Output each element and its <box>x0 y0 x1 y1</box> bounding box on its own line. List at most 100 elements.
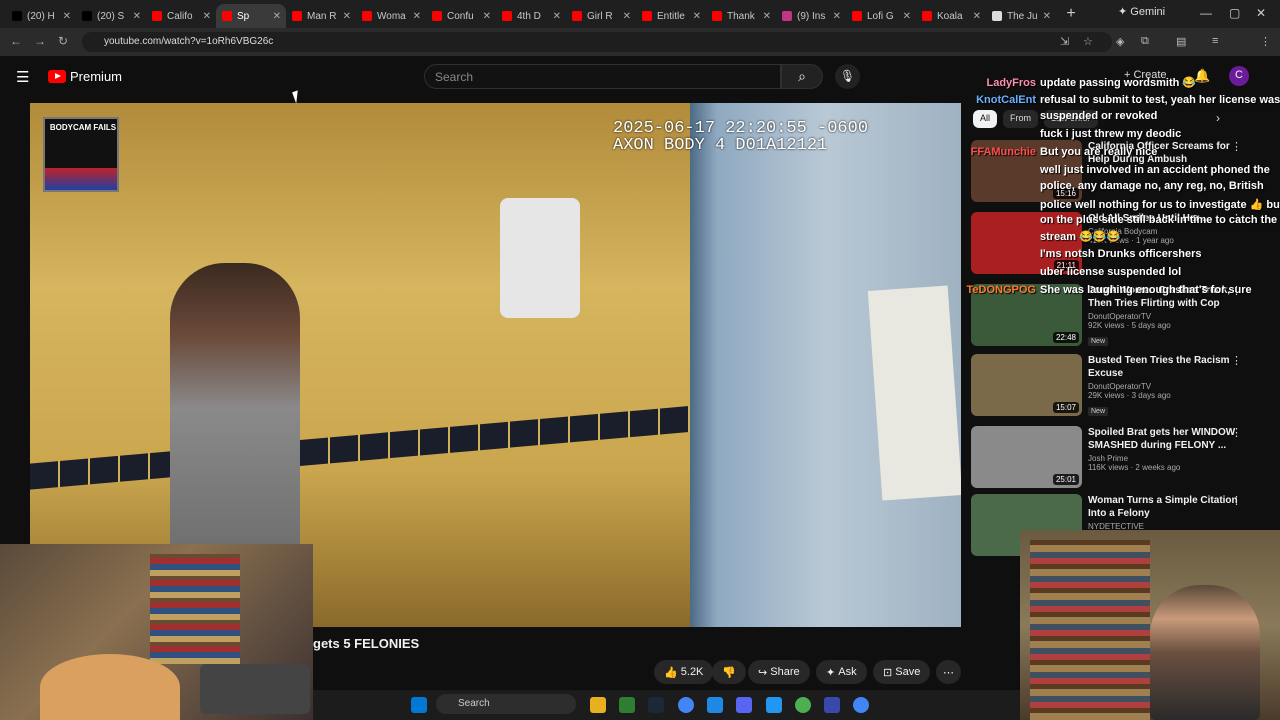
tab-label: Girl R <box>587 10 613 22</box>
app-icon-dock[interactable] <box>766 697 782 713</box>
tab-close-icon[interactable]: ✕ <box>553 11 561 22</box>
video-frame-notice <box>867 285 961 501</box>
share-button[interactable]: ↪ Share <box>748 660 810 684</box>
chrome-icon[interactable] <box>678 697 694 713</box>
gemini-button[interactable]: ✦ Gemini <box>1118 5 1165 18</box>
recommendation-title[interactable]: Woman Turns a Simple Citation Into a Fel… <box>1088 494 1238 520</box>
tab-close-icon[interactable]: ✕ <box>63 11 71 22</box>
recommendation-item[interactable]: 15:07 Busted Teen Tries the Racism Excuse… <box>971 354 1271 418</box>
tab-close-icon[interactable]: ✕ <box>203 11 211 22</box>
browser-tab[interactable]: 4th D ✕ <box>496 4 566 28</box>
more-options-icon[interactable]: ⋮ <box>1231 354 1242 367</box>
browser-tab[interactable]: Thank ✕ <box>706 4 776 28</box>
recommendation-title[interactable]: Busted Teen Tries the Racism Excuse <box>1088 354 1238 380</box>
tab-close-icon[interactable]: ✕ <box>833 11 841 22</box>
start-icon[interactable] <box>411 697 427 713</box>
webcam-overlay-left <box>0 544 313 720</box>
chrome-icon-2[interactable] <box>853 697 869 713</box>
chat-username: KnotCalEnt <box>976 94 1036 106</box>
new-badge: New <box>1088 337 1109 346</box>
new-badge: New <box>1088 407 1109 416</box>
save-button[interactable]: ⊡ Save <box>873 660 931 684</box>
recommendation-thumbnail[interactable]: 25:01 <box>971 426 1082 488</box>
file-explorer-icon[interactable] <box>590 697 606 713</box>
recommendation-channel[interactable]: DonutOperatorTV <box>1088 382 1238 391</box>
chat-message: police, any damage no, any reg, no, Brit… <box>960 180 1264 192</box>
more-actions-button[interactable]: ⋯ <box>936 660 961 684</box>
bookmark-star-icon[interactable]: ☆ <box>1083 35 1093 48</box>
search-input[interactable]: Search <box>424 64 781 89</box>
video-frame-dispenser <box>500 198 580 318</box>
more-options-icon[interactable]: ⋮ <box>1231 426 1242 439</box>
taskbar-search[interactable]: Search <box>436 694 576 714</box>
tab-label: Man R <box>307 10 337 22</box>
new-tab-icon[interactable]: + <box>1060 5 1082 23</box>
video-title: gets 5 FELONIES <box>313 636 420 651</box>
tab-close-icon[interactable]: ✕ <box>693 11 701 22</box>
downloads-icon[interactable]: ≡ <box>1212 35 1218 47</box>
tab-close-icon[interactable]: ✕ <box>273 11 281 22</box>
tab-close-icon[interactable]: ✕ <box>483 11 491 22</box>
tab-close-icon[interactable]: ✕ <box>763 11 771 22</box>
recommendation-channel[interactable]: Josh Prime <box>1088 454 1238 463</box>
chat-text: police, any damage no, any reg, no, Brit… <box>1040 180 1264 192</box>
sidepanel-icon[interactable]: ▤ <box>1176 35 1186 48</box>
webcam-streamer <box>1150 585 1260 720</box>
like-button[interactable]: 👍 5.2K <box>654 660 714 684</box>
app-icon-arrow[interactable] <box>824 697 840 713</box>
browser-tab[interactable]: Confu ✕ <box>426 4 496 28</box>
tab-close-icon[interactable]: ✕ <box>343 11 351 22</box>
dislike-button[interactable]: 👎 <box>712 660 746 684</box>
forward-icon[interactable]: → <box>34 34 46 48</box>
tab-close-icon[interactable]: ✕ <box>903 11 911 22</box>
browser-tab[interactable]: Man R ✕ <box>286 4 356 28</box>
url-field[interactable]: youtube.com/watch?v=1oRh6VBG26c <box>82 32 1112 52</box>
search-button[interactable]: ⌕ <box>781 64 823 89</box>
voice-search-icon[interactable]: 🎙 <box>835 64 860 89</box>
install-icon[interactable]: ⇲ <box>1060 35 1069 48</box>
browser-tab[interactable]: Entitle ✕ <box>636 4 706 28</box>
browser-tab[interactable]: (20) H ✕ <box>6 4 76 28</box>
recommendation-channel[interactable]: DonutOperatorTV <box>1088 312 1238 321</box>
steam-icon[interactable] <box>648 697 664 713</box>
minimize-icon[interactable]: — <box>1200 6 1212 20</box>
tab-close-icon[interactable]: ✕ <box>1043 11 1051 22</box>
browser-menu-icon[interactable]: ⋮ <box>1260 35 1271 48</box>
puzzle-icon[interactable]: ⧉ <box>1141 35 1149 48</box>
tab-close-icon[interactable]: ✕ <box>973 11 981 22</box>
app-icon-blue[interactable] <box>707 697 723 713</box>
obs-icon[interactable] <box>795 697 811 713</box>
browser-tab[interactable]: Califo ✕ <box>146 4 216 28</box>
recommendation-thumbnail[interactable]: 15:07 <box>971 354 1082 416</box>
reload-icon[interactable]: ↻ <box>58 34 68 48</box>
tab-close-icon[interactable]: ✕ <box>413 11 421 22</box>
browser-tab[interactable]: (20) S ✕ <box>76 4 146 28</box>
youtube-logo[interactable]: Premium <box>48 69 122 84</box>
back-icon[interactable]: ← <box>10 34 22 48</box>
more-options-icon[interactable]: ⋮ <box>1231 494 1242 507</box>
close-window-icon[interactable]: ✕ <box>1256 6 1266 20</box>
menu-icon[interactable]: ☰ <box>16 68 29 86</box>
app-icon-green[interactable] <box>619 697 635 713</box>
browser-tab[interactable]: (9) Ins ✕ <box>776 4 846 28</box>
discord-icon[interactable] <box>736 697 752 713</box>
url-text: youtube.com/watch?v=1oRh6VBG26c <box>104 36 274 47</box>
extension-icon[interactable]: ◈ <box>1116 35 1124 48</box>
maximize-icon[interactable]: ▢ <box>1229 6 1240 20</box>
tab-close-icon[interactable]: ✕ <box>133 11 141 22</box>
recommendation-title[interactable]: Spoiled Brat gets her WINDOW SMASHED dur… <box>1088 426 1238 452</box>
browser-tab[interactable]: The Ju ✕ <box>986 4 1056 28</box>
save-label: Save <box>895 666 921 678</box>
chat-message: on the plus side still back in time to c… <box>960 214 1277 226</box>
browser-tab[interactable]: Woma ✕ <box>356 4 426 28</box>
recommendation-item[interactable]: 25:01 Spoiled Brat gets her WINDOW SMASHE… <box>971 426 1271 490</box>
tab-close-icon[interactable]: ✕ <box>623 11 631 22</box>
ask-button[interactable]: ✦ Ask <box>816 660 867 684</box>
browser-tab[interactable]: Girl R ✕ <box>566 4 636 28</box>
browser-tab[interactable]: Sp ✕ <box>216 4 286 28</box>
more-icon: ⋯ <box>943 666 954 679</box>
browser-tab[interactable]: Lofi G ✕ <box>846 4 916 28</box>
browser-tab[interactable]: Koala ✕ <box>916 4 986 28</box>
timestamp-line-2: AXON BODY 4 D01A12121 <box>613 136 828 155</box>
tab-label: Entitle <box>657 10 685 22</box>
